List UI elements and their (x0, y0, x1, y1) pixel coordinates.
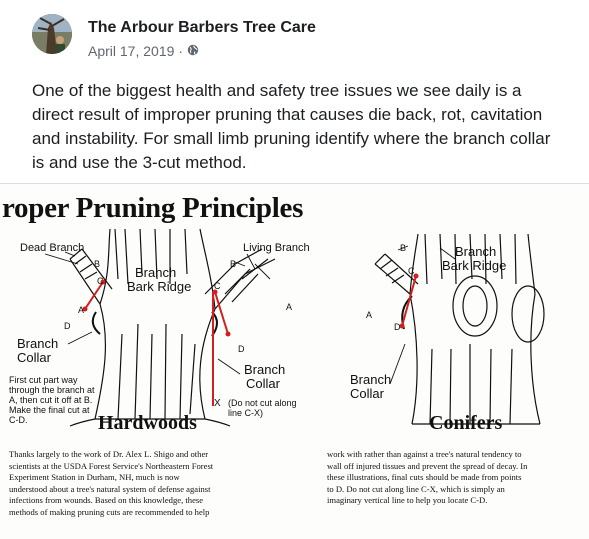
x-mark: X (214, 398, 221, 409)
caption-right: work with rather than against a tree's n… (327, 449, 528, 506)
conifer-bark-ridge-label-1: Branch (455, 244, 497, 259)
pruning-illustration[interactable]: roper Pruning Principles Dead Branch Liv… (0, 183, 589, 539)
conifers-title: Conifers (429, 412, 503, 434)
letter-a-left: A (78, 305, 85, 315)
do-not-cut-note: (Do not cut along line C-X) (228, 398, 297, 418)
conifer-letter-b: B (400, 243, 407, 253)
letter-a-right: A (286, 302, 293, 312)
branch-bark-ridge-label-1: Branch (135, 265, 177, 280)
conifer-letter-d: D (394, 322, 401, 332)
conifer-letter-a: A (366, 310, 373, 320)
living-branch-label: Living Branch (243, 242, 310, 254)
conifer-collar-label-2: Collar (350, 386, 384, 401)
branch-collar-right-label-2: Collar (246, 376, 280, 391)
first-cut-note: First cut part way through the branch at… (9, 375, 95, 425)
letter-c-left: C (97, 276, 104, 286)
branch-collar-left-label-2: Collar (17, 350, 51, 365)
hardwoods-title: Hardwoods (98, 412, 197, 434)
post-date[interactable]: April 17, 2019 (88, 43, 174, 59)
letter-c-right: C (214, 281, 221, 291)
globe-icon[interactable] (187, 43, 199, 59)
branch-collar-left-label-1: Branch (17, 336, 59, 351)
letter-d-right: D (238, 344, 245, 354)
conifer-letter-c: C (408, 266, 415, 276)
dead-branch-label: Dead Branch (20, 242, 85, 254)
conifer-bark-ridge-label-2: Bark Ridge (442, 258, 507, 273)
post-meta: April 17, 2019 · (88, 43, 199, 59)
cut-lines (84, 281, 229, 406)
conifer-collar-label-1: Branch (350, 372, 392, 387)
post-body-text: One of the biggest health and safety tre… (32, 81, 551, 172)
letter-d-left: D (64, 321, 71, 331)
branch-collar-right-label-1: Branch (244, 362, 286, 377)
branch-bark-ridge-label-2: Bark Ridge (127, 279, 192, 294)
hardwood-drawing (69, 228, 276, 427)
facebook-post: The Arbour Barbers Tree Care April 17, 2… (0, 0, 589, 539)
avatar-image (32, 14, 72, 54)
letter-b-left: B (94, 259, 101, 269)
letter-b-right: B (230, 259, 237, 269)
page-avatar[interactable] (32, 14, 72, 54)
meta-separator: · (178, 43, 184, 59)
page-name[interactable]: The Arbour Barbers Tree Care (88, 19, 316, 37)
caption-left: Thanks largely to the work of Dr. Alex L… (9, 449, 214, 517)
